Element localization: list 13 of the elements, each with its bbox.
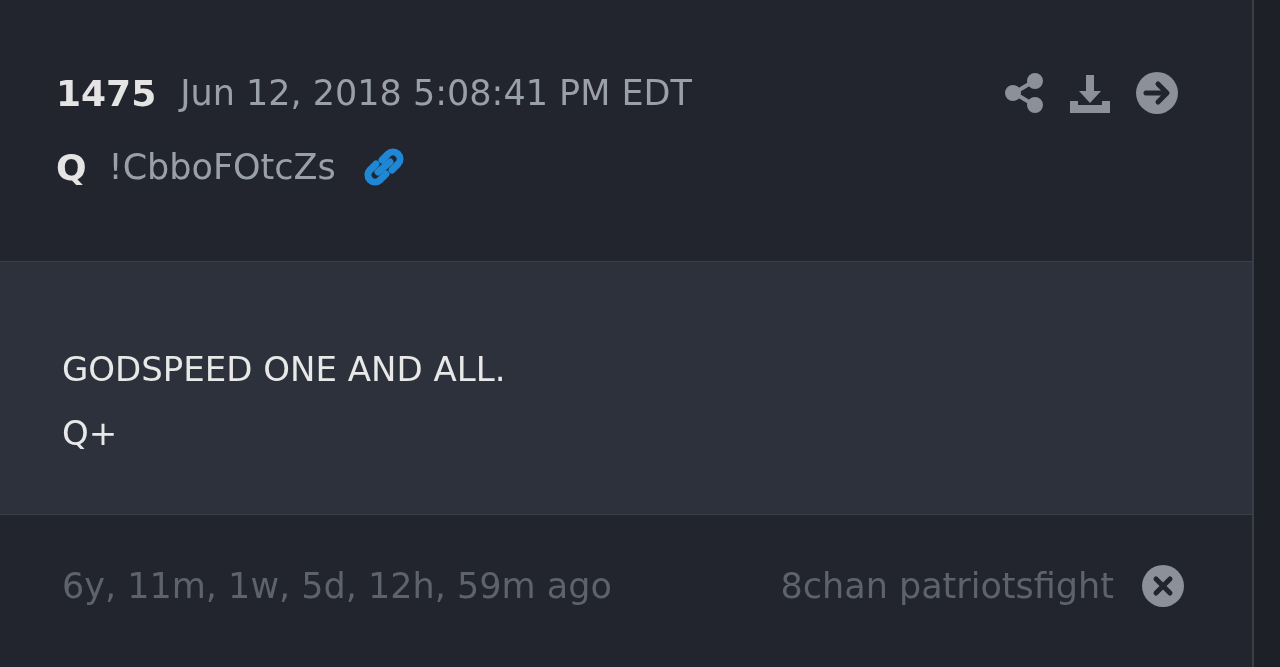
post-number: 1475 xyxy=(56,72,157,114)
source-board: 8chan patriotsfight xyxy=(780,566,1114,606)
post-age: 6y, 11m, 1w, 5d, 12h, 59m ago xyxy=(62,566,612,606)
post-text-line: GODSPEED ONE AND ALL. xyxy=(62,348,507,391)
share-icon[interactable] xyxy=(1004,73,1044,113)
download-icon[interactable] xyxy=(1068,73,1112,113)
post-timestamp: Jun 12, 2018 5:08:41 PM EDT xyxy=(180,73,692,113)
tripcode: !CbboFOtcZs xyxy=(108,147,336,187)
link-icon[interactable] xyxy=(361,146,406,188)
arrow-right-icon[interactable] xyxy=(1136,72,1178,114)
post-text-line: Q+ xyxy=(62,412,119,455)
close-icon[interactable] xyxy=(1142,565,1184,607)
author-name: Q xyxy=(56,146,87,188)
